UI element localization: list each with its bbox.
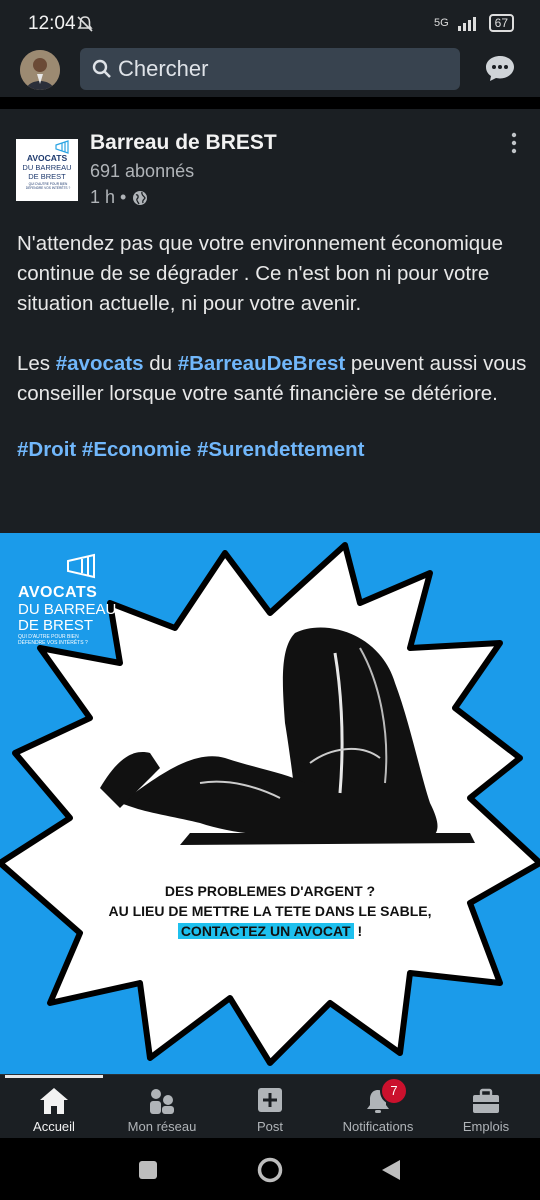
more-options-icon[interactable] [508,131,520,155]
people-icon [150,1089,174,1114]
recent-apps-button[interactable] [137,1159,159,1181]
post-image[interactable]: AVOCATS DU BARREAU DE BREST QUI D'AUTRE … [0,533,540,1074]
svg-text:AVOCATS: AVOCATS [27,153,68,163]
battery-indicator: 67 [488,14,514,32]
nav-home[interactable]: Accueil [0,1087,108,1134]
nav-jobs[interactable]: Emplois [432,1087,540,1134]
notification-badge: 7 [380,1077,408,1105]
nav-network[interactable]: Mon réseau [108,1087,216,1134]
bottom-nav: Accueil Mon réseau Post Notifications Em… [0,1074,540,1139]
post-hashtags[interactable]: #Droit #Economie #Surendettement [17,435,527,465]
plus-square-icon [258,1088,282,1112]
status-bar: 12:04 5G 67 [0,0,540,46]
post-followers: 691 abonnés [90,161,195,181]
nav-notifications[interactable]: Notifications [324,1087,432,1134]
mute-icon [77,16,93,32]
search-icon [92,59,111,78]
search-input[interactable]: Chercher [80,48,460,90]
top-bar: Chercher [0,46,540,96]
post-meta: 1 h • [90,187,148,208]
hashtag-link[interactable]: #BarreauDeBrest [178,352,346,375]
hashtag-link[interactable]: #avocats [56,352,144,375]
active-tab-indicator [5,1075,103,1078]
briefcase-icon [473,1088,499,1113]
home-button[interactable] [256,1156,284,1184]
search-placeholder: Chercher [118,56,209,81]
post-body: N'attendez pas que votre environnement é… [17,229,527,495]
back-button[interactable] [380,1158,402,1182]
nav-post[interactable]: Post [216,1087,324,1134]
image-logo: AVOCATS DU BARREAU DE BREST QUI D'AUTRE … [18,553,116,646]
svg-text:DE BREST: DE BREST [28,172,66,181]
home-icon [40,1088,68,1114]
post-paragraph-2: Les #avocats du #BarreauDeBrest peuvent … [17,352,527,405]
feed-divider [0,97,540,109]
system-nav-bar [0,1138,540,1200]
post-time: 1 h • [90,187,127,207]
logo-mark-icon [67,553,95,579]
feed-post: AVOCATS DU BARREAU DE BREST QUI D'AUTRE … [0,109,540,1074]
image-caption: DES PROBLEMES D'ARGENT ? AU LIEU DE METT… [108,883,432,939]
svg-text:DU BARREAU: DU BARREAU [22,163,71,172]
network-type: 5G [433,17,449,29]
signal-icon [457,17,476,31]
profile-photo [20,50,60,90]
status-time: 12:04 [28,13,76,34]
avatar[interactable] [20,50,60,90]
post-author[interactable]: Barreau de BREST [90,131,277,155]
company-logo[interactable]: AVOCATS DU BARREAU DE BREST QUI D'AUTRE … [16,139,78,201]
messaging-icon[interactable] [484,54,516,82]
post-paragraph-1: N'attendez pas que votre environnement é… [17,232,503,315]
globe-icon [133,190,148,205]
